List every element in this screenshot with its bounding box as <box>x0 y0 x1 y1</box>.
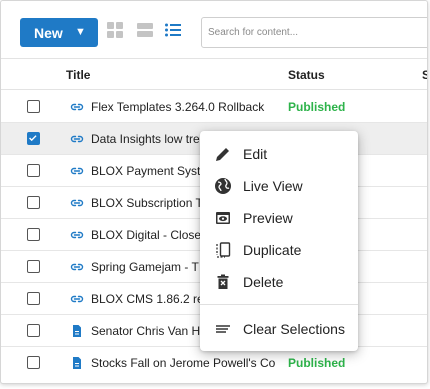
menu-item-clear-selections[interactable]: Clear Selections <box>200 315 358 343</box>
checkmark-icon <box>29 135 37 142</box>
row-checkbox[interactable] <box>27 132 40 145</box>
menu-item-label: Delete <box>243 274 284 290</box>
column-header-title[interactable]: Title <box>66 68 90 82</box>
menu-item-label: Live View <box>243 178 303 194</box>
row-title[interactable]: Stocks Fall on Jerome Powell's Co <box>91 356 275 370</box>
new-button-label: New <box>34 24 63 41</box>
table-row[interactable]: Stocks Fall on Jerome Powell's Co Publis… <box>1 347 427 379</box>
preview-icon <box>216 212 230 224</box>
list-view-icon[interactable] <box>164 21 182 39</box>
link-icon <box>70 103 84 111</box>
menu-item-preview[interactable]: Preview <box>200 204 358 232</box>
row-title[interactable]: BLOX Subscription T <box>91 196 203 210</box>
menu-item-delete[interactable]: Delete <box>200 268 358 296</box>
column-header-truncated[interactable]: S <box>422 68 427 82</box>
link-icon <box>70 263 84 271</box>
row-title[interactable]: Data Insights low tre <box>91 132 200 146</box>
globe-icon <box>215 178 231 194</box>
row-checkbox[interactable] <box>27 356 40 369</box>
pencil-icon <box>216 148 229 161</box>
row-checkbox[interactable] <box>27 260 40 273</box>
document-icon <box>73 325 81 337</box>
menu-item-label: Edit <box>243 146 268 162</box>
document-icon <box>73 357 81 369</box>
row-checkbox[interactable] <box>27 164 40 177</box>
status-badge: Published <box>288 100 346 114</box>
clear-lines-icon <box>216 325 230 333</box>
menu-divider <box>200 304 358 305</box>
row-view-icon[interactable] <box>136 21 154 39</box>
content-panel: New ▼ Title Status S <box>0 0 428 384</box>
menu-item-label: Duplicate <box>243 242 302 258</box>
search-input[interactable] <box>201 17 427 48</box>
menu-item-label: Clear Selections <box>243 321 345 337</box>
row-checkbox[interactable] <box>27 228 40 241</box>
row-checkbox[interactable] <box>27 324 40 337</box>
link-icon <box>70 295 84 303</box>
chevron-down-icon: ▼ <box>75 26 86 38</box>
column-header-status[interactable]: Status <box>288 68 325 82</box>
menu-item-live-view[interactable]: Live View <box>200 172 358 200</box>
trash-icon <box>217 274 229 289</box>
table-row[interactable]: Flex Templates 3.264.0 Rollback Publishe… <box>1 91 427 123</box>
row-title[interactable]: Senator Chris Van H <box>91 324 200 338</box>
menu-item-label: Preview <box>243 210 293 226</box>
new-button[interactable]: New ▼ <box>20 18 98 47</box>
grid-view-icon[interactable] <box>106 21 124 39</box>
table-header: Title Status S <box>1 58 427 90</box>
row-title[interactable]: BLOX Payment Syst <box>91 164 200 178</box>
row-checkbox[interactable] <box>27 100 40 113</box>
row-checkbox[interactable] <box>27 196 40 209</box>
link-icon <box>70 135 84 143</box>
row-title[interactable]: Spring Gamejam - T <box>91 260 199 274</box>
menu-item-edit[interactable]: Edit <box>200 140 358 168</box>
context-menu: Edit Live View Preview Duplicate Delete … <box>200 131 358 351</box>
row-title[interactable]: Flex Templates 3.264.0 Rollback <box>91 100 264 114</box>
duplicate-icon <box>216 242 231 258</box>
row-title[interactable]: BLOX Digital - Close <box>91 228 201 242</box>
link-icon <box>70 167 84 175</box>
menu-item-duplicate[interactable]: Duplicate <box>200 236 358 264</box>
row-title[interactable]: BLOX CMS 1.86.2 re <box>91 292 204 306</box>
link-icon <box>70 199 84 207</box>
link-icon <box>70 231 84 239</box>
toolbar: New ▼ <box>1 1 427 55</box>
row-checkbox[interactable] <box>27 292 40 305</box>
status-badge: Published <box>288 356 346 370</box>
